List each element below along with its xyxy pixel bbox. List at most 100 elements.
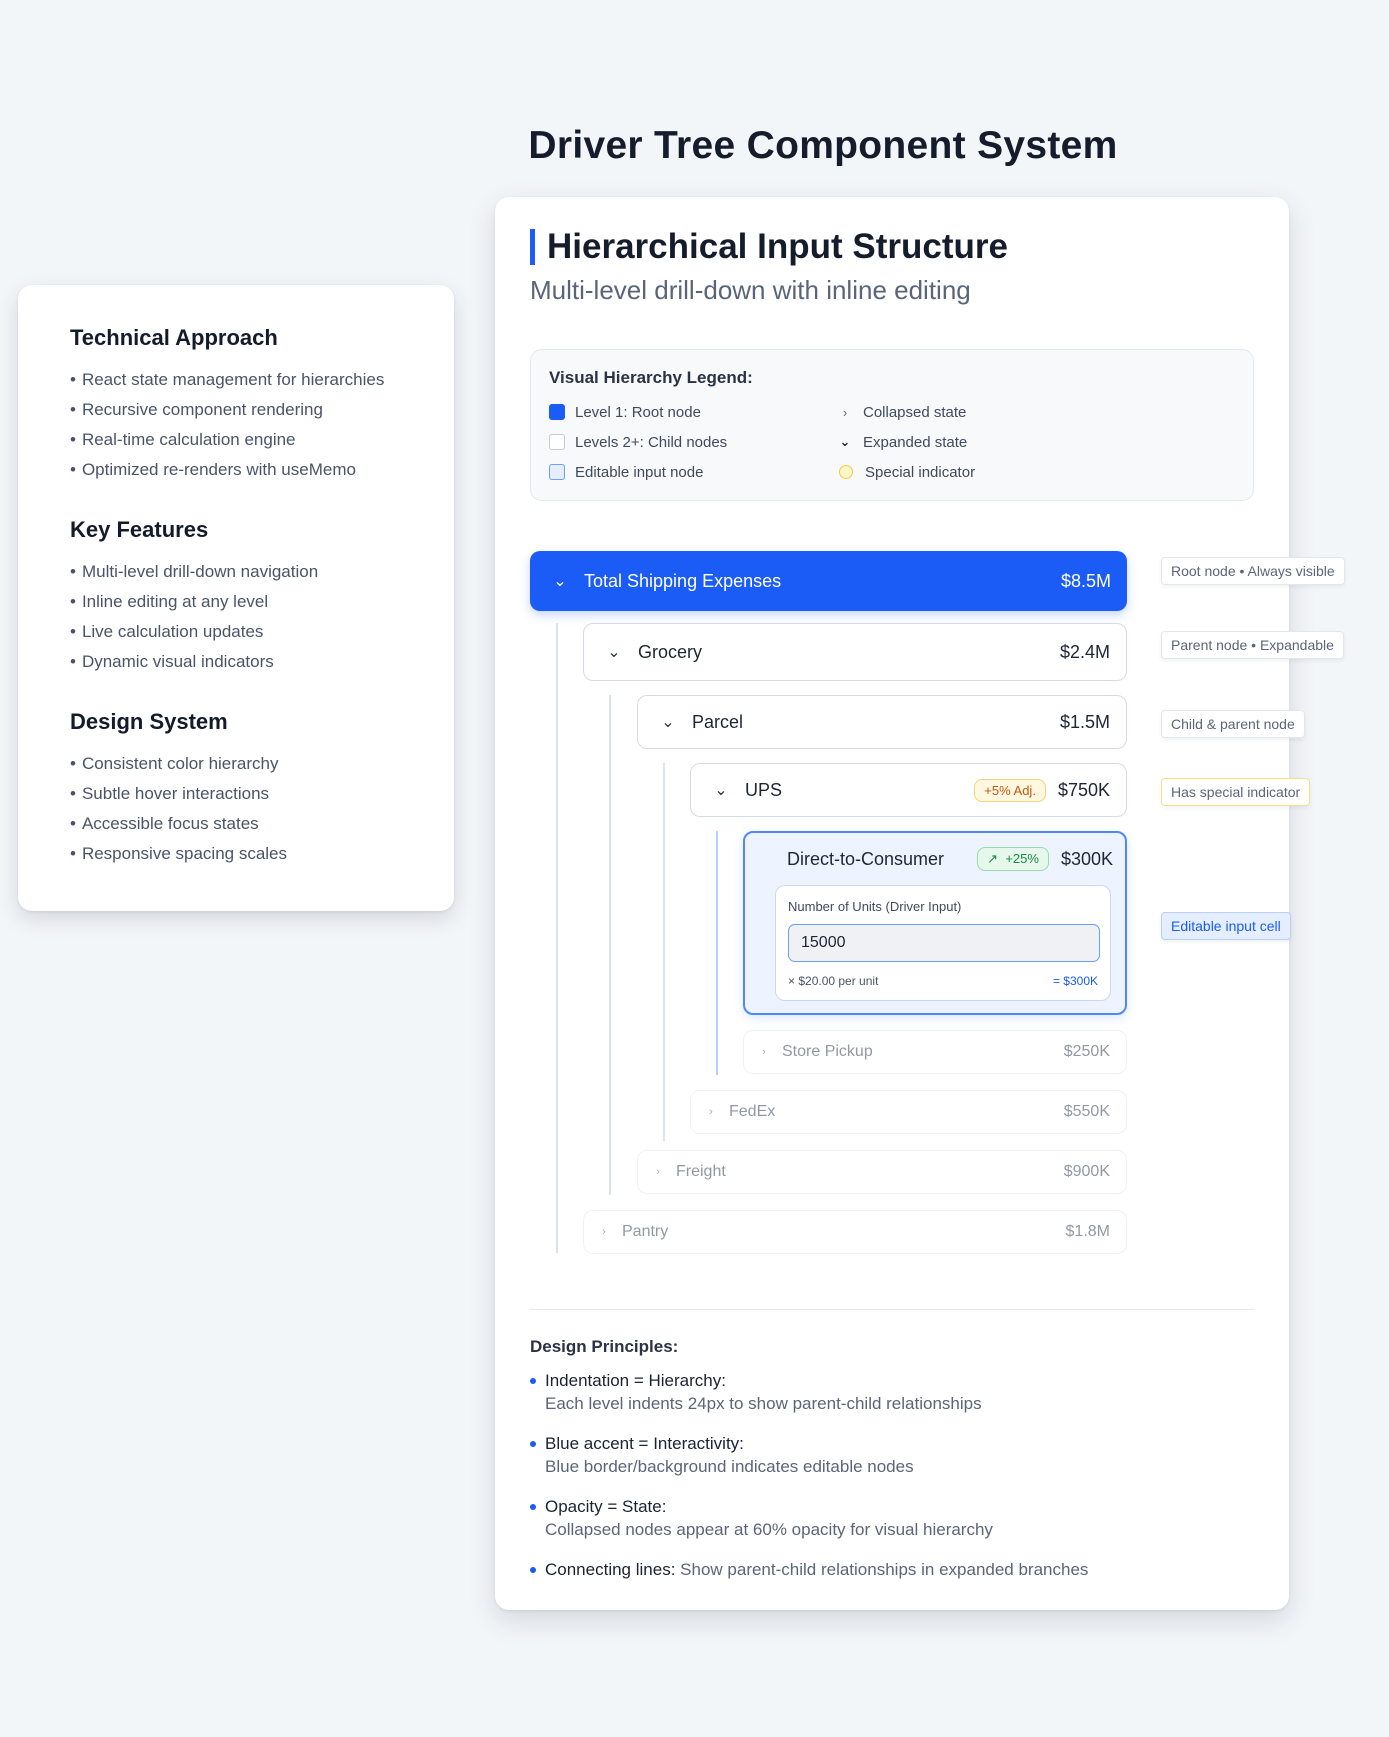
principle-item: Connecting lines: Show parent-child rela…: [530, 1558, 1260, 1581]
node-value: $900K: [1063, 1163, 1110, 1180]
node-label: Freight: [676, 1163, 726, 1180]
connector-line: [609, 695, 611, 1195]
section-title: Design System: [70, 709, 228, 734]
tree-node-direct-to-consumer[interactable]: Direct-to-Consumer ↗ +25% $300K Number o…: [743, 831, 1127, 1015]
tree-node-pantry[interactable]: › Pantry $1.8M: [583, 1210, 1127, 1254]
list-item: Optimized re-renders with useMemo: [70, 455, 454, 485]
units-input[interactable]: [788, 924, 1100, 962]
tree-node-parcel[interactable]: ⌄ Parcel $1.5M: [637, 695, 1127, 749]
principle-heading: Opacity = State:: [545, 1497, 667, 1516]
annotation-editable: Editable input cell: [1161, 912, 1291, 940]
principle-heading: Blue accent = Interactivity:: [545, 1434, 744, 1453]
list-item: Consistent color hierarchy: [70, 749, 454, 779]
growth-badge: ↗ +25%: [977, 847, 1049, 871]
principle-heading: Connecting lines:: [545, 1560, 676, 1579]
child-swatch-icon: [549, 434, 565, 450]
driver-input-panel: Number of Units (Driver Input) × $20.00 …: [775, 885, 1111, 1001]
badge-text: +25%: [1005, 851, 1039, 866]
principle-description: Each level indents 24px to show parent-c…: [545, 1394, 982, 1413]
tree-node-fedex[interactable]: › FedEx $550K: [690, 1090, 1127, 1134]
node-value: $1.5M: [1059, 711, 1110, 732]
tree-node-ups[interactable]: ⌄ UPS +5% Adj. $750K: [690, 763, 1127, 817]
design-system-section: Design System Consistent color hierarchy…: [70, 709, 454, 869]
tree-node-store-pickup[interactable]: › Store Pickup $250K: [743, 1030, 1127, 1074]
list-item: Real-time calculation engine: [70, 425, 454, 455]
chevron-right-icon: ›: [842, 404, 848, 420]
node-value: $300K: [1060, 848, 1113, 869]
node-label: Total Shipping Expenses: [584, 570, 782, 591]
legend-label: Levels 2+: Child nodes: [575, 433, 728, 451]
legend-label: Editable input node: [575, 463, 704, 481]
input-caption: Number of Units (Driver Input): [788, 899, 962, 914]
tree-node-root[interactable]: ⌄ Total Shipping Expenses $8.5M: [530, 551, 1127, 611]
connector-line: [556, 623, 558, 1253]
node-value: $750K: [1057, 779, 1110, 800]
legend-label: Special indicator: [865, 463, 976, 481]
legend-label: Collapsed state: [863, 403, 967, 421]
node-label: Direct-to-Consumer: [787, 848, 945, 869]
list-item: Accessible focus states: [70, 809, 454, 839]
list-item: Multi-level drill-down navigation: [70, 557, 454, 587]
chevron-down-icon: ⌄: [839, 434, 851, 449]
annotation-root: Root node • Always visible: [1161, 557, 1345, 585]
list-item: React state management for hierarchies: [70, 365, 454, 395]
chevron-right-icon[interactable]: ›: [705, 1106, 717, 1118]
tree-node-grocery[interactable]: ⌄ Grocery $2.4M: [583, 623, 1127, 681]
design-principles: Design Principles: Indentation = Hierarc…: [530, 1337, 1260, 1598]
chevron-right-icon[interactable]: ›: [598, 1226, 610, 1238]
annotation-parent: Parent node • Expandable: [1161, 631, 1344, 659]
chevron-down-icon[interactable]: ⌄: [604, 642, 624, 662]
node-label: Parcel: [692, 711, 744, 732]
node-label: FedEx: [729, 1103, 776, 1120]
unit-price: × $20.00 per unit: [788, 974, 879, 988]
section-title: Technical Approach: [70, 325, 278, 350]
info-panel: Technical Approach React state managemen…: [18, 285, 454, 911]
chevron-right-icon[interactable]: ›: [652, 1166, 664, 1178]
node-label: Store Pickup: [782, 1043, 873, 1060]
list-item: Subtle hover interactions: [70, 779, 454, 809]
node-label: UPS: [745, 779, 783, 800]
calculated-result: = $300K: [1052, 974, 1098, 988]
card-subtitle: Multi-level drill-down with inline editi…: [530, 275, 971, 305]
principle-description: Collapsed nodes appear at 60% opacity fo…: [545, 1520, 993, 1539]
tree-node-freight[interactable]: › Freight $900K: [637, 1150, 1127, 1194]
trend-up-icon: ↗: [987, 851, 999, 866]
legend-child-node: Levels 2+: Child nodes: [549, 432, 837, 452]
legend-expanded: ⌄ Expanded state: [837, 432, 1137, 452]
legend: Visual Hierarchy Legend: Level 1: Root n…: [530, 349, 1254, 501]
principle-item: Blue accent = Interactivity: Blue border…: [530, 1432, 1260, 1478]
node-label: Grocery: [638, 641, 703, 662]
chevron-down-icon[interactable]: ⌄: [550, 571, 570, 591]
chevron-right-icon[interactable]: ›: [758, 1046, 770, 1058]
chevron-down-icon[interactable]: ⌄: [711, 780, 731, 800]
divider: [530, 1309, 1254, 1310]
technical-approach-section: Technical Approach React state managemen…: [70, 325, 454, 485]
legend-root-node: Level 1: Root node: [549, 402, 837, 422]
connector-line: [716, 831, 718, 1075]
annotation-child-parent: Child & parent node: [1161, 710, 1305, 738]
principles-title: Design Principles:: [530, 1337, 679, 1356]
root-swatch-icon: [549, 404, 565, 420]
list-item: Recursive component rendering: [70, 395, 454, 425]
annotation-indicator: Has special indicator: [1161, 778, 1311, 806]
indicator-dot-icon: [839, 465, 853, 479]
list-item: Dynamic visual indicators: [70, 647, 454, 677]
connector-line: [663, 763, 665, 1141]
legend-label: Level 1: Root node: [575, 403, 701, 421]
principle-heading: Indentation = Hierarchy:: [545, 1371, 726, 1390]
chevron-down-icon[interactable]: ⌄: [658, 712, 678, 732]
legend-label: Expanded state: [863, 433, 968, 451]
node-label: Pantry: [622, 1223, 669, 1240]
node-value: $250K: [1063, 1043, 1110, 1060]
legend-editable: Editable input node: [549, 462, 837, 482]
key-features-section: Key Features Multi-level drill-down navi…: [70, 517, 454, 677]
legend-indicator: Special indicator: [837, 462, 1137, 482]
principle-item: Indentation = Hierarchy: Each level inde…: [530, 1369, 1260, 1415]
adjustment-badge: +5% Adj.: [974, 778, 1046, 802]
principle-item: Opacity = State: Collapsed nodes appear …: [530, 1495, 1260, 1541]
legend-title: Visual Hierarchy Legend:: [549, 368, 753, 387]
page-title: Driver Tree Component System: [528, 124, 1118, 167]
node-value: $550K: [1063, 1103, 1110, 1120]
section-title: Key Features: [70, 517, 209, 542]
principle-description: Blue border/background indicates editabl…: [545, 1457, 914, 1476]
